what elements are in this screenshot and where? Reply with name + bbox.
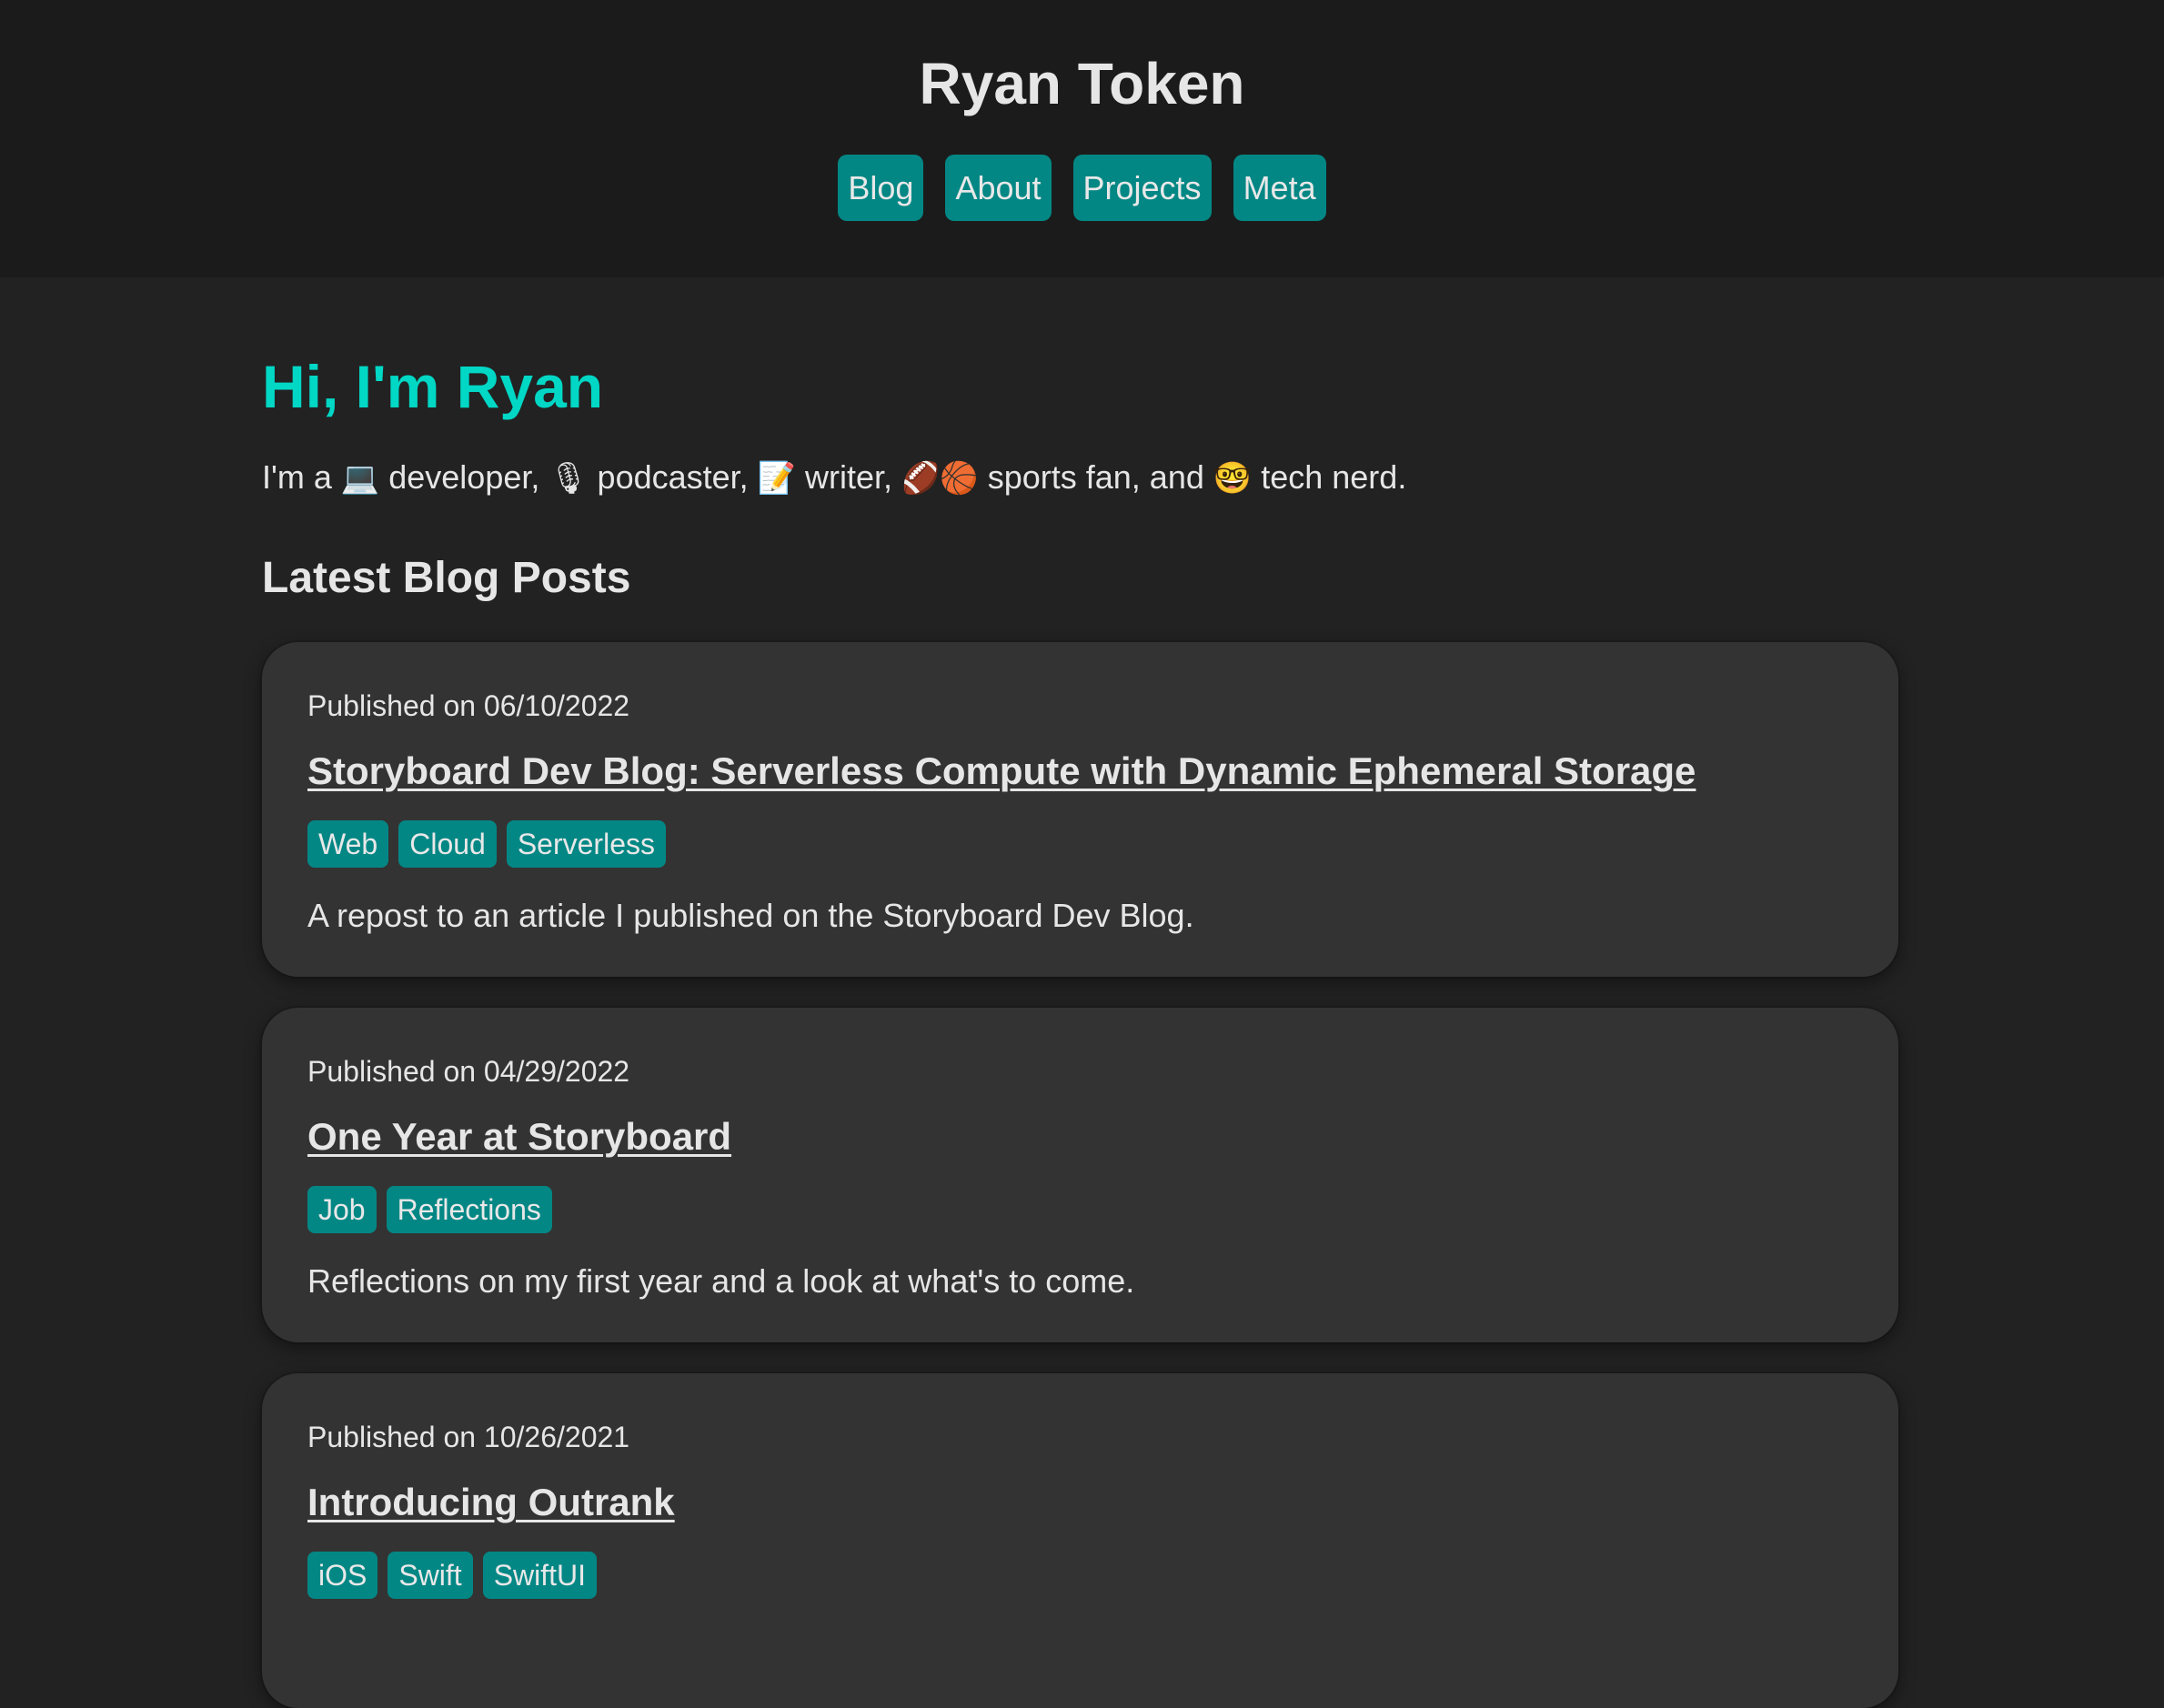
post-title-link[interactable]: Introducing Outrank — [307, 1479, 675, 1526]
post-list: Published on 06/10/2022 Storyboard Dev B… — [262, 642, 1898, 1708]
intro-text: I'm a 💻 developer, 🎙 podcaster, 📝 writer… — [262, 456, 1898, 500]
tag-swiftui[interactable]: SwiftUI — [482, 1552, 598, 1599]
tag-cloud[interactable]: Cloud — [398, 820, 497, 868]
nav-projects[interactable]: Projects — [1072, 155, 1212, 221]
post-tags: Web Cloud Serverless — [307, 820, 1853, 868]
tag-job[interactable]: Job — [307, 1186, 377, 1233]
post-card: Published on 06/10/2022 Storyboard Dev B… — [262, 642, 1898, 977]
hero-title: Hi, I'm Ryan — [262, 353, 604, 420]
nav-blog[interactable]: Blog — [838, 155, 924, 221]
tag-swift[interactable]: Swift — [388, 1552, 473, 1599]
intro-segment: writer, — [796, 458, 902, 496]
section-title-latest-posts: Latest Blog Posts — [262, 554, 631, 602]
main-content: Hi, I'm Ryan I'm a 💻 developer, 🎙 podcas… — [262, 277, 1898, 1708]
tag-ios[interactable]: iOS — [307, 1552, 378, 1599]
post-summary: A repost to an article I published on th… — [307, 897, 1194, 934]
post-tags: Job Reflections — [307, 1186, 1853, 1233]
intro-segment: tech nerd. — [1252, 458, 1407, 496]
post-title-link[interactable]: Storyboard Dev Blog: Serverless Compute … — [307, 748, 1696, 795]
nav-meta[interactable]: Meta — [1233, 155, 1326, 221]
post-card: Published on 10/26/2021 Introducing Outr… — [262, 1373, 1898, 1708]
tag-serverless[interactable]: Serverless — [506, 820, 666, 868]
main-nav: Blog About Projects Meta — [0, 155, 2164, 221]
post-tags: iOS Swift SwiftUI — [307, 1552, 1853, 1599]
nerd-face-icon: 🤓 — [1213, 461, 1253, 496]
tag-web[interactable]: Web — [307, 820, 389, 868]
post-title-link[interactable]: One Year at Storyboard — [307, 1113, 731, 1160]
intro-segment: podcaster, — [588, 458, 758, 496]
laptop-icon: 💻 — [340, 461, 380, 496]
intro-segment: developer, — [379, 458, 549, 496]
tag-reflections[interactable]: Reflections — [386, 1186, 552, 1233]
memo-icon: 📝 — [757, 461, 797, 496]
site-title: Ryan Token — [919, 51, 1245, 116]
post-summary: Reflections on my first year and a look … — [307, 1262, 1135, 1300]
post-date: Published on 04/29/2022 — [307, 1055, 630, 1088]
post-date: Published on 06/10/2022 — [307, 689, 630, 722]
intro-segment: I'm a — [262, 458, 341, 496]
microphone-icon: 🎙 — [549, 461, 589, 496]
intro-segment: sports fan, and — [978, 458, 1213, 496]
post-card: Published on 04/29/2022 One Year at Stor… — [262, 1008, 1898, 1342]
basketball-icon: 🏀 — [940, 461, 979, 496]
football-icon: 🏈 — [901, 461, 941, 496]
post-date: Published on 10/26/2021 — [307, 1421, 630, 1453]
nav-about[interactable]: About — [945, 155, 1052, 221]
site-header: Ryan Token Blog About Projects Meta — [0, 0, 2164, 277]
